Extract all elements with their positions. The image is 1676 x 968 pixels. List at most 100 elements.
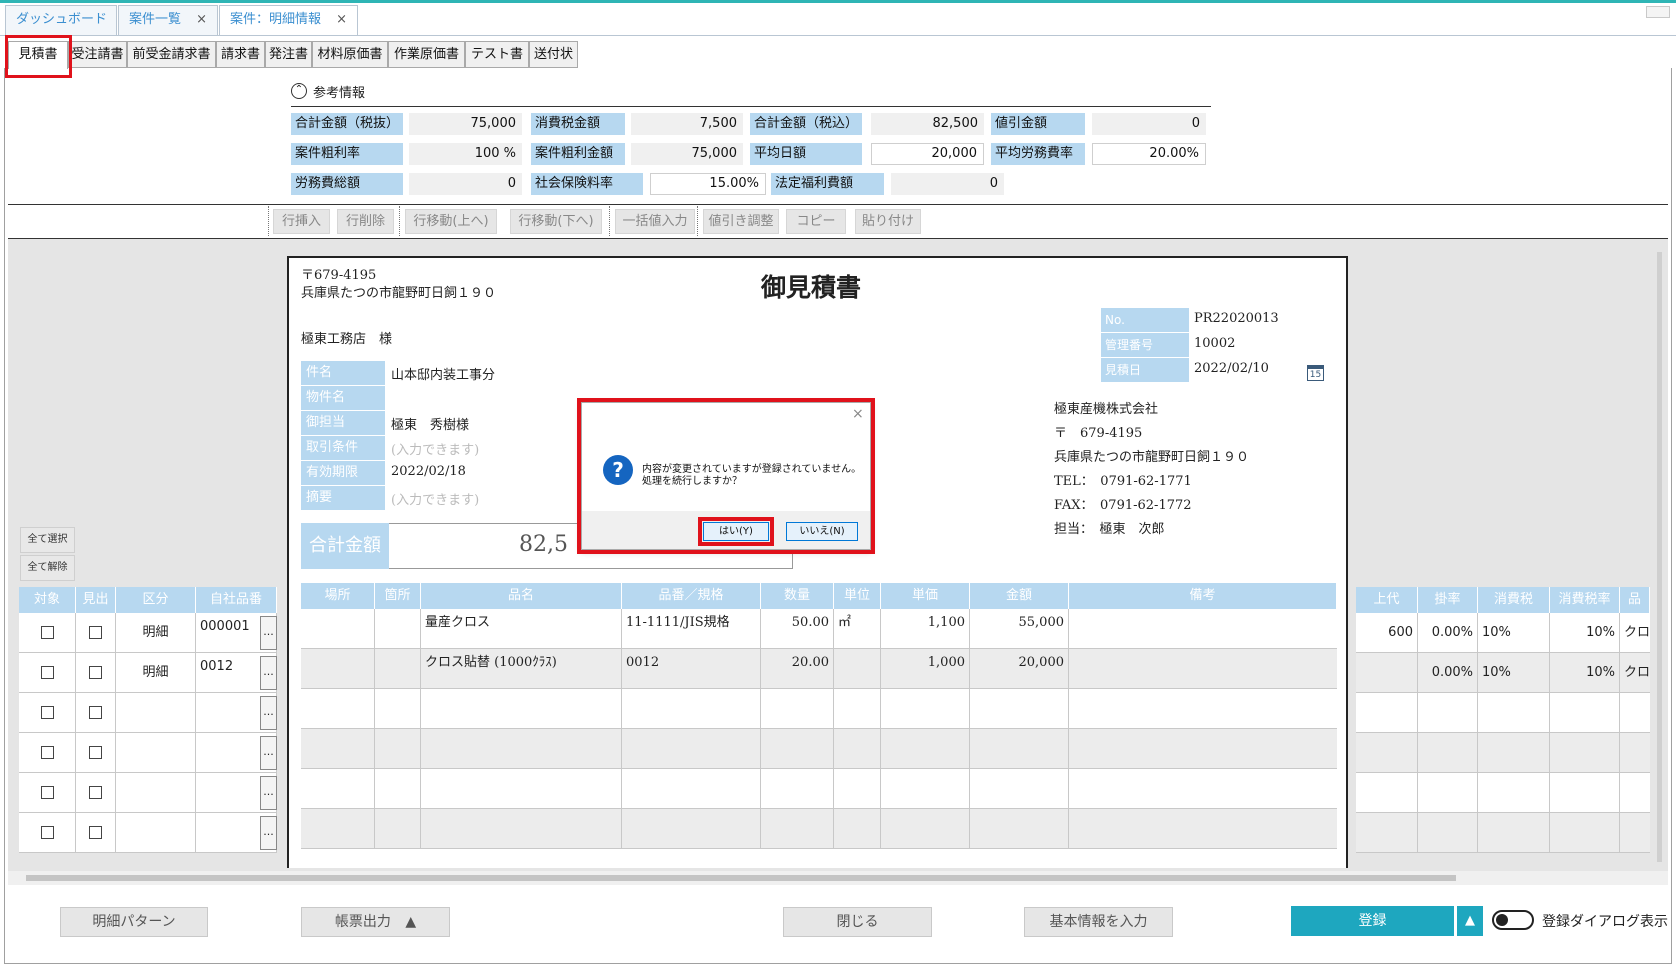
cell[interactable] [1478,693,1550,733]
cell[interactable] [622,729,761,769]
grid-row[interactable] [1356,813,1650,853]
cell[interactable] [761,809,834,849]
cell-code[interactable]: 0012 [622,649,761,689]
cell[interactable] [1356,813,1418,853]
checkbox[interactable] [89,826,102,839]
social-insurance-rate-input[interactable]: 15.00% [650,173,766,195]
grid-row[interactable]: 0.00% 10% 10% クロ [1356,653,1650,693]
heading-cell[interactable] [76,653,116,693]
window-tab-case-detail[interactable]: 案件：明細情報 × [219,5,358,36]
cell[interactable] [881,689,970,729]
lookup-button[interactable]: ... [260,736,277,770]
cell[interactable] [881,809,970,849]
cell[interactable] [970,689,1069,729]
heading-cell[interactable] [76,733,116,773]
cell[interactable] [622,809,761,849]
kubun-cell[interactable] [116,733,196,773]
discount-adjust-button[interactable]: 値引き調整 [703,209,779,234]
cell[interactable] [761,729,834,769]
select-all-button[interactable]: 全て選択 [20,527,75,553]
cell[interactable] [421,729,622,769]
checkbox[interactable] [89,626,102,639]
table-row[interactable] [301,809,1337,849]
checkbox[interactable] [89,746,102,759]
checkbox[interactable] [40,626,54,639]
tax-rate-cell[interactable]: 10% [1550,613,1620,653]
heading-cell[interactable] [76,773,116,813]
grid-row[interactable]: ... [19,813,277,853]
avg-labor-rate-input[interactable]: 20.00% [1092,143,1206,165]
table-row[interactable] [301,729,1337,769]
cell[interactable] [834,689,881,729]
customer-name[interactable]: 極東工務店 様 [301,328,392,347]
cell-note[interactable] [1069,609,1337,649]
cell-price[interactable]: 1,000 [881,649,970,689]
kubun-cell[interactable]: 明細 [116,613,196,653]
cell-spot[interactable] [375,609,421,649]
target-cell[interactable] [19,813,76,853]
detail-pattern-button[interactable]: 明細パターン [60,907,208,937]
cell[interactable] [421,809,622,849]
tax-rate-cell[interactable]: 10% [1550,653,1620,693]
checkbox[interactable] [40,786,54,799]
kubun-cell[interactable] [116,813,196,853]
kubun-cell[interactable] [116,773,196,813]
calendar-icon[interactable]: 15 [1307,365,1324,381]
cell-qty[interactable]: 20.00 [761,649,834,689]
cell-name[interactable]: 量産クロス [421,609,622,649]
grid-row[interactable]: ... [19,693,277,733]
lookup-button[interactable]: ... [260,696,277,730]
estimate-date[interactable]: 2022/02/10 [1194,361,1269,376]
cell[interactable] [1478,813,1550,853]
cell[interactable] [1356,773,1418,813]
target-cell[interactable] [19,613,76,653]
checkbox[interactable] [40,706,54,719]
doc-tab-cover-letter[interactable]: 送付状 [529,41,578,68]
cell[interactable] [1418,693,1478,733]
copy-button[interactable]: コピー [786,209,846,234]
cell[interactable] [1356,733,1418,773]
grid-row[interactable]: ... [19,733,277,773]
cell[interactable] [1418,733,1478,773]
cell-price[interactable]: 1,100 [881,609,970,649]
window-tab-dashboard[interactable]: ダッシュボード [5,5,117,35]
kubun-cell[interactable] [116,693,196,733]
cell[interactable] [970,729,1069,769]
cell[interactable] [834,769,881,809]
heading-cell[interactable] [76,693,116,733]
cell[interactable] [1418,773,1478,813]
cell-name[interactable]: クロス貼替 (1000ｸﾗｽ) [421,649,622,689]
cell[interactable] [1550,693,1620,733]
doc-tab-purchase-order[interactable]: 発注書 [265,41,312,68]
cell[interactable] [622,689,761,729]
insert-row-button[interactable]: 行挿入 [273,209,330,234]
cell[interactable] [970,809,1069,849]
cell[interactable] [761,769,834,809]
checkbox[interactable] [89,706,102,719]
item-cell[interactable]: クロ [1620,653,1650,693]
lookup-button[interactable]: ... [260,656,277,690]
cell-unit[interactable] [834,649,881,689]
cell-unit[interactable]: ㎡ [834,609,881,649]
grid-row[interactable] [1356,773,1650,813]
list-price-cell[interactable] [1356,653,1418,693]
lookup-button[interactable]: ... [260,816,277,850]
enter-basic-info-button[interactable]: 基本情報を入力 [1024,907,1173,937]
minimize-button[interactable] [1646,6,1670,18]
cell[interactable] [1478,773,1550,813]
cell-amount[interactable]: 20,000 [970,649,1069,689]
horizontal-scroll-thumb[interactable] [26,875,1456,881]
kubun-cell[interactable]: 明細 [116,653,196,693]
avg-daily-rate-input[interactable]: 20,000 [871,143,984,165]
cell-place[interactable] [301,609,375,649]
register-menu-icon[interactable]: ▲ [1457,906,1483,936]
grid-row[interactable] [1356,693,1650,733]
cell[interactable] [301,769,375,809]
cell-spot[interactable] [375,649,421,689]
cell[interactable] [834,809,881,849]
table-row[interactable] [301,689,1337,729]
cell[interactable] [375,809,421,849]
cell[interactable] [421,769,622,809]
vertical-scrollbar[interactable] [1657,252,1662,862]
cell[interactable] [1550,733,1620,773]
